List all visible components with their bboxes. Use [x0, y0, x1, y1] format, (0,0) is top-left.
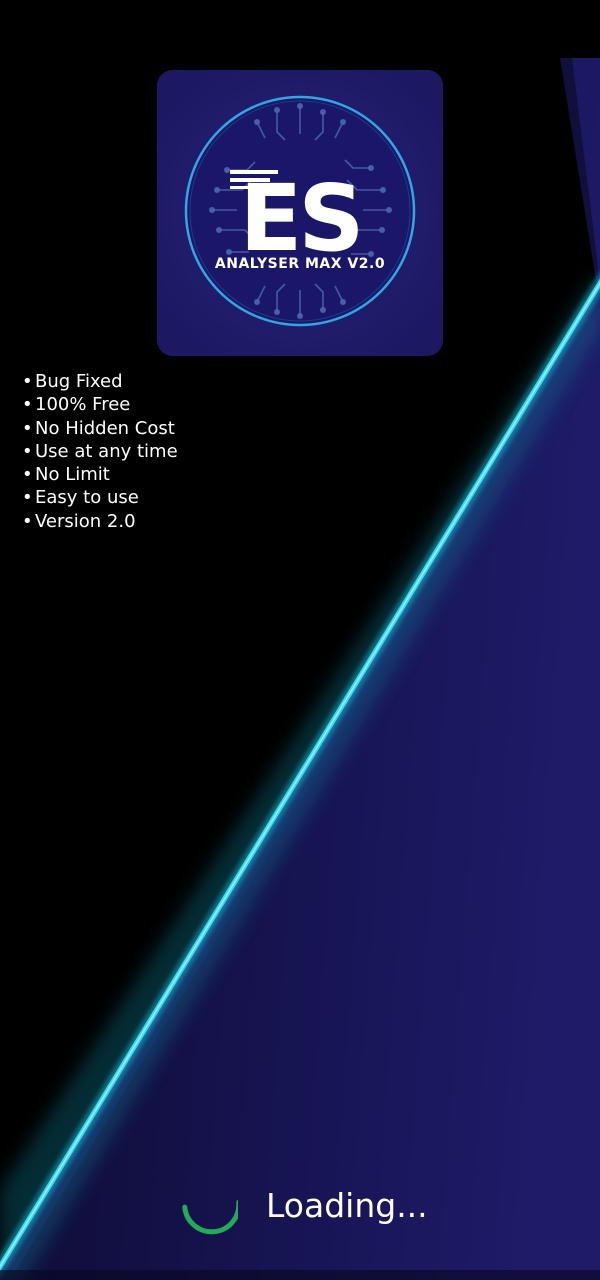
bullet-icon: • [22, 464, 33, 486]
bullet-icon: • [22, 487, 33, 509]
feature-text: Easy to use [35, 487, 139, 509]
app-logo: ES ANALYSER MAX V2.0 [157, 70, 443, 356]
bullet-icon: • [22, 371, 33, 392]
feature-item: • Easy to use [22, 486, 178, 509]
bullet-icon: • [22, 440, 33, 462]
bullet-icon: • [22, 510, 33, 532]
feature-text: Use at any time [35, 440, 178, 462]
splash-screen: ES ANALYSER MAX V2.0 • Bug Fixed • 100% Fr… [0, 0, 600, 1280]
feature-item: • No Hidden Cost [22, 417, 178, 440]
loading-spinner-icon [182, 1199, 238, 1235]
feature-text: No Hidden Cost [35, 417, 175, 439]
feature-item: • Use at any time [22, 440, 178, 463]
feature-text: No Limit [35, 464, 110, 486]
feature-text: Bug Fixed [35, 371, 123, 392]
logo-caption: ANALYSER MAX V2.0 [214, 256, 386, 272]
feature-item: • Bug Fixed [22, 370, 178, 393]
circuit-logo-icon: ES [157, 70, 443, 356]
feature-text: Version 2.0 [35, 510, 136, 532]
bullet-icon: • [22, 394, 33, 416]
feature-item: • Version 2.0 [22, 510, 178, 533]
loading-label: Loading... [266, 1186, 428, 1225]
feature-item: • No Limit [22, 463, 178, 486]
bullet-icon: • [22, 417, 33, 439]
feature-text: 100% Free [35, 394, 131, 416]
feature-list: • Bug Fixed • 100% Free • No Hidden Cost • U… [22, 370, 178, 533]
feature-item: • 100% Free [22, 393, 178, 416]
